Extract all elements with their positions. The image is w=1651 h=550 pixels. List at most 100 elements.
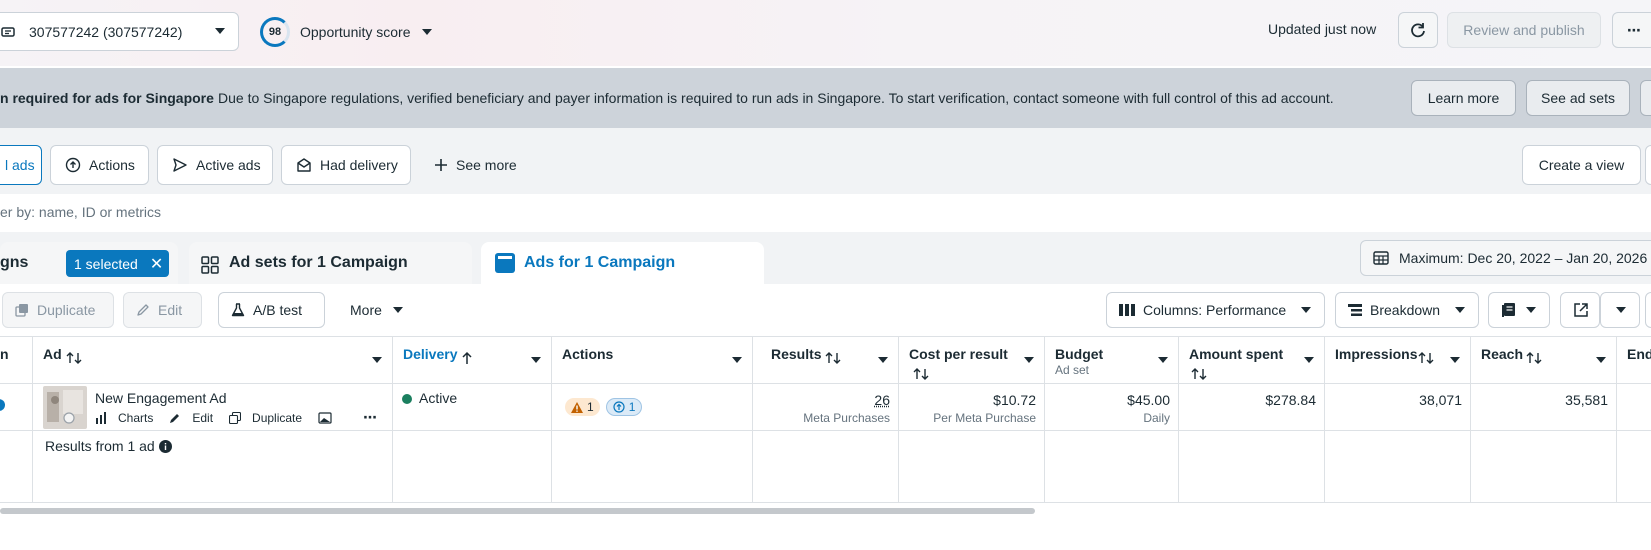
chevron-down-icon	[214, 27, 226, 35]
pencil-icon	[169, 412, 184, 424]
chevron-down-icon[interactable]	[1596, 357, 1606, 364]
opportunity-pill[interactable]: 1	[605, 398, 643, 416]
chevron-down-icon[interactable]	[1450, 357, 1460, 364]
edit-link[interactable]: Edit	[169, 411, 221, 425]
column-header-impressions[interactable]: Impressions	[1325, 336, 1471, 384]
ab-test-label: A/B test	[253, 302, 303, 318]
selected-badge[interactable]: 1 selected ✕	[66, 250, 169, 277]
horizontal-scrollbar[interactable]	[0, 508, 1651, 516]
amount-spent-value: $278.84	[1265, 392, 1316, 408]
info-icon[interactable]	[159, 440, 172, 453]
actions-view[interactable]: Actions	[50, 145, 149, 185]
envelope-icon	[296, 157, 320, 173]
column-header-amount-spent[interactable]: Amount spent	[1179, 336, 1325, 384]
column-header-results[interactable]: Results	[753, 336, 899, 384]
see-more-views-button[interactable]: See more	[420, 145, 530, 185]
review-and-publish-button[interactable]: Review and publish	[1447, 12, 1601, 48]
scrollbar-thumb[interactable]	[0, 508, 1035, 514]
actions-cell[interactable]: 1 1	[552, 384, 753, 430]
preview-link[interactable]	[318, 411, 343, 424]
chevron-down-icon	[1454, 306, 1474, 314]
image-icon	[318, 411, 335, 424]
more-button[interactable]: More	[338, 292, 418, 328]
refresh-button[interactable]	[1398, 12, 1438, 48]
column-header-actions[interactable]: Actions	[552, 336, 753, 384]
external-link-icon	[1573, 302, 1597, 318]
all-ads-view[interactable]: l ads	[0, 145, 42, 185]
close-icon[interactable]: ✕	[150, 254, 163, 274]
active-ads-view[interactable]: Active ads	[157, 145, 273, 185]
impressions-cell: 38,071	[1325, 384, 1471, 430]
chevron-down-icon[interactable]	[1024, 357, 1034, 364]
see-more-label: See more	[456, 157, 517, 173]
column-header-reach[interactable]: Reach	[1471, 336, 1617, 384]
table-toolbar: Duplicate Edit A/B test More Columns: Pe…	[0, 284, 1651, 336]
calendar-icon	[1373, 250, 1399, 266]
send-icon	[172, 157, 196, 173]
columns-button[interactable]: Columns: Performance	[1106, 292, 1325, 328]
budget-cell[interactable]: $45.00 Daily	[1045, 384, 1179, 430]
row-divider	[0, 502, 1651, 503]
column-header-name[interactable]: n	[0, 336, 33, 384]
column-header-ends[interactable]: End	[1617, 336, 1651, 384]
column-header-delivery[interactable]: Delivery	[393, 336, 552, 384]
charts-link[interactable]: Charts	[95, 411, 161, 425]
ad-account-selector[interactable]: 307577242 (307577242)	[0, 12, 239, 51]
banner-extra-button[interactable]	[1640, 80, 1651, 116]
more-options-icon[interactable]: ⋯	[363, 409, 377, 426]
chevron-down-icon[interactable]	[878, 357, 888, 364]
status-dot	[402, 394, 412, 404]
results-value[interactable]: 26	[874, 392, 890, 408]
summary-label: Results from 1 ad	[45, 438, 155, 454]
create-view-button[interactable]: Create a view	[1522, 145, 1641, 185]
duplicate-label: Duplicate	[37, 302, 96, 318]
row-toggle-cell[interactable]	[0, 384, 33, 430]
chevron-down-icon[interactable]	[372, 357, 382, 364]
budget-value[interactable]: $45.00	[1127, 392, 1170, 408]
export-button[interactable]	[1560, 292, 1600, 328]
edit-button[interactable]: Edit	[123, 292, 202, 328]
sort-ascending-icon	[461, 351, 473, 365]
column-header-cost-per-result[interactable]: Cost per result	[899, 336, 1045, 384]
view-options-button[interactable]	[1645, 145, 1651, 185]
ad-name-link[interactable]: New Engagement Ad	[95, 390, 227, 406]
results-cell[interactable]: 26 Meta Purchases	[753, 384, 899, 430]
ab-test-button[interactable]: A/B test	[218, 292, 325, 328]
duplicate-link[interactable]: Duplicate	[229, 411, 310, 425]
reports-button[interactable]	[1488, 292, 1550, 328]
chevron-down-icon[interactable]	[1158, 357, 1168, 364]
amount-spent-cell: $278.84	[1179, 384, 1325, 430]
export-dropdown-button[interactable]	[1600, 292, 1640, 328]
pencil-icon	[136, 303, 158, 317]
date-range-picker[interactable]: Maximum: Dec 20, 2022 – Jan 20, 2026	[1360, 240, 1651, 276]
chevron-down-icon[interactable]	[732, 357, 742, 364]
warning-icon	[571, 401, 583, 413]
tab-ads[interactable]: Ads for 1 Campaign	[481, 242, 764, 284]
search-input[interactable]: er by: name, ID or metrics	[0, 204, 161, 220]
toggle-icon[interactable]	[0, 398, 6, 412]
warning-pill[interactable]: 1	[565, 398, 600, 416]
ends-header-label: End	[1627, 346, 1651, 362]
breakdown-button[interactable]: Breakdown	[1335, 292, 1479, 328]
opportunity-score-value: 98	[260, 17, 290, 47]
toolbar-extra-button[interactable]	[1645, 292, 1651, 328]
had-delivery-view[interactable]: Had delivery	[281, 145, 411, 185]
opportunity-score-button[interactable]: 98 Opportunity score	[260, 17, 433, 47]
ad-thumbnail[interactable]	[43, 386, 87, 429]
sort-icon	[66, 351, 82, 365]
learn-more-button[interactable]: Learn more	[1411, 80, 1516, 116]
more-options-button[interactable]: ⋯	[1612, 12, 1651, 48]
chevron-down-icon[interactable]	[531, 357, 541, 364]
ad-name-cell[interactable]: New Engagement Ad Charts Edit Duplicate	[33, 384, 393, 430]
date-range-label: Maximum: Dec 20, 2022 – Jan 20, 2026	[1399, 250, 1648, 266]
active-ads-view-label: Active ads	[196, 157, 261, 173]
column-header-budget[interactable]: Budget Ad set	[1045, 336, 1179, 384]
duplicate-button[interactable]: Duplicate	[2, 292, 114, 328]
see-ad-sets-button[interactable]: See ad sets	[1526, 80, 1630, 116]
search-bar[interactable]: er by: name, ID or metrics	[0, 194, 1651, 232]
column-header-ad[interactable]: Ad	[33, 336, 393, 384]
copy-icon	[15, 303, 37, 317]
chevron-down-icon[interactable]	[1304, 357, 1314, 364]
table-row[interactable]: New Engagement Ad Charts Edit Duplicate	[0, 384, 1651, 430]
tab-ad-sets[interactable]: Ad sets for 1 Campaign	[189, 242, 472, 284]
